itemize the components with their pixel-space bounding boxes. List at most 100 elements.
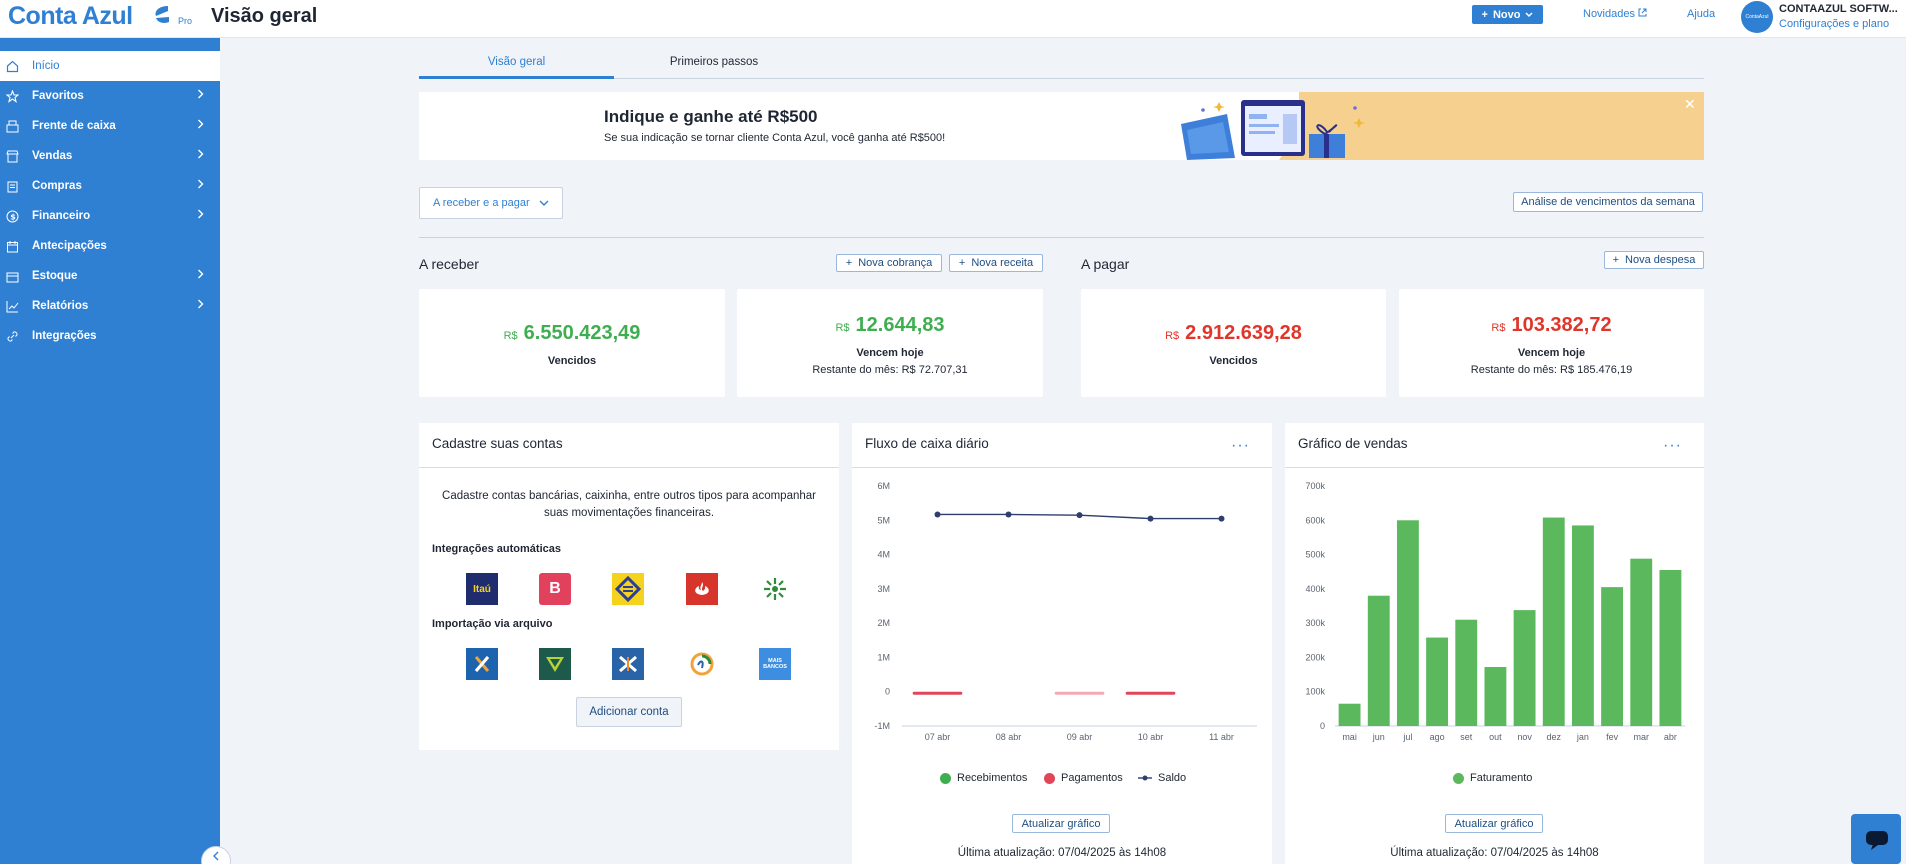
payable-today-card[interactable]: R$ 103.382,72 Vencem hoje Restante do mês…: [1399, 289, 1704, 397]
amount-value: 103.382,72: [1511, 314, 1612, 336]
chevron-right-icon: [198, 119, 204, 129]
referral-banner[interactable]: Indique e ganhe até R$500 Se sua indicaç…: [419, 92, 1704, 160]
store-icon: [5, 149, 19, 163]
y-tick-label: 200k: [1305, 652, 1325, 662]
bank-name: B: [549, 580, 561, 597]
chevron-down-icon: [539, 200, 549, 206]
faturamento-bar: [1659, 570, 1682, 726]
help-link[interactable]: Ajuda: [1687, 8, 1715, 20]
sidebar: Início Favoritos Frente de caixa Vendas …: [0, 38, 220, 864]
svg-text:$: $: [10, 212, 16, 221]
tab-primeiros-passos[interactable]: Primeiros passos: [614, 56, 814, 79]
logo[interactable]: Conta Azul: [8, 2, 133, 31]
receivable-today-card[interactable]: R$ 12.644,83 Vencem hoje Restante do mês:…: [737, 289, 1043, 397]
card-label: Vencidos: [547, 355, 597, 367]
panel-header: Fluxo de caixa diário ···: [852, 423, 1272, 468]
gift-illustration-icon: [1181, 100, 1365, 160]
sidebar-item-estoque[interactable]: Estoque: [0, 261, 220, 291]
legend-item-faturamento: Faturamento: [1453, 772, 1532, 784]
sidebar-item-favoritos[interactable]: Favoritos: [0, 81, 220, 111]
bank-banco-do-brasil[interactable]: [612, 573, 644, 605]
weekly-analysis-button[interactable]: Análise de vencimentos da semana: [1513, 192, 1703, 212]
y-tick-label: 6M: [877, 481, 890, 491]
faturamento-bar: [1601, 587, 1624, 726]
new-income-label: Nova receita: [971, 257, 1034, 269]
x-tick-label: fev: [1606, 732, 1619, 742]
bank-sicoob[interactable]: [539, 648, 571, 680]
receivable-overdue-amount: R$ 6.550.423,49: [419, 322, 725, 345]
card-label: Vencem hoje: [856, 347, 924, 359]
faturamento-bar: [1484, 667, 1507, 726]
panel-title: Gráfico de vendas: [1298, 436, 1408, 451]
x-tick-label: set: [1460, 732, 1473, 742]
month-remaining: Restante do mês: R$ 72.707,31: [812, 364, 968, 376]
sidebar-item-integracoes[interactable]: Integrações: [0, 321, 220, 351]
sales-chart: 700k 600k 500k 400k 300k 200k 100k 0 mai jun jul ag…: [1305, 481, 1685, 742]
settings-and-plan-link[interactable]: Configurações e plano: [1779, 18, 1889, 30]
sidebar-item-compras[interactable]: Compras: [0, 171, 220, 201]
period-dropdown[interactable]: A receber e a pagar: [419, 187, 563, 219]
card-label: Vencidos: [1209, 355, 1258, 367]
update-chart-button[interactable]: Atualizar gráfico: [1445, 814, 1543, 833]
sidebar-item-antecipacoes[interactable]: Antecipações: [0, 231, 220, 261]
add-account-button[interactable]: Adicionar conta: [576, 697, 682, 727]
tab-visao-geral[interactable]: Visão geral: [419, 56, 614, 79]
file-import-heading: Importação via arquivo: [432, 618, 553, 630]
new-charge-button[interactable]: + Nova cobrança: [836, 254, 942, 272]
legend-dot: [1044, 772, 1055, 784]
y-tick-label: 4M: [877, 550, 890, 560]
receivable-overdue-card[interactable]: R$ 6.550.423,49 Vencidos: [419, 289, 725, 397]
card-label: Vencem hoje: [1517, 347, 1586, 359]
currency-symbol: R$: [835, 322, 850, 334]
y-tick-label: 600k: [1305, 515, 1325, 525]
bank-x[interactable]: [466, 648, 498, 680]
chat-button[interactable]: [1851, 814, 1901, 864]
santander-flame-icon: [695, 582, 709, 595]
legend-label: Faturamento: [1470, 772, 1533, 784]
bank-b[interactable]: B: [539, 573, 571, 605]
sidebar-item-label: Relatórios: [32, 300, 89, 312]
payable-title: A pagar: [1081, 256, 1130, 272]
y-tick-label: -1M: [875, 721, 891, 731]
new-button-label: Novo: [1492, 8, 1521, 21]
plus-icon: +: [958, 257, 966, 269]
bank-cresol[interactable]: [686, 648, 718, 680]
bank-itau[interactable]: Itaú: [466, 573, 498, 605]
sidebar-item-inicio[interactable]: Início: [0, 51, 220, 81]
news-link[interactable]: Novidades: [1583, 8, 1647, 20]
new-charge-label: Nova cobrança: [858, 257, 933, 269]
new-button[interactable]: + Novo: [1472, 5, 1543, 24]
accounts-description: Cadastre contas bancárias, caixinha, ent…: [442, 490, 816, 519]
payable-overdue-card[interactable]: R$ 2.912.639,28 Vencidos: [1081, 289, 1386, 397]
chevron-right-icon: [198, 269, 204, 279]
cashflow-panel: Fluxo de caixa diário ··· 6M 5M 4M 3M 2M 1M 0 -…: [852, 423, 1272, 864]
close-icon[interactable]: ✕: [1684, 96, 1696, 113]
new-expense-button[interactable]: + Nova despesa: [1604, 251, 1704, 269]
legend-line-marker: [1138, 775, 1152, 781]
chevron-right-icon: [198, 179, 204, 189]
bank-mais-bancos[interactable]: MAIS BANCOS: [759, 648, 791, 680]
bank-caixa[interactable]: [612, 648, 644, 680]
x-tick-label: 09 abr: [1067, 732, 1093, 742]
sidebar-item-relatorios[interactable]: Relatórios: [0, 291, 220, 321]
external-link-icon: [1638, 8, 1647, 17]
more-icon[interactable]: ···: [1663, 437, 1682, 455]
chevron-right-icon: [198, 299, 204, 309]
sidebar-item-financeiro[interactable]: $ Financeiro: [0, 201, 220, 231]
avatar[interactable]: ContaAzul: [1741, 1, 1773, 33]
bank-santander[interactable]: [686, 573, 718, 605]
x-tick-label: 10 abr: [1138, 732, 1164, 742]
sidebar-item-vendas[interactable]: Vendas: [0, 141, 220, 171]
y-tick-label: 0: [1320, 721, 1325, 731]
page-title: Visão geral: [211, 5, 318, 27]
new-income-button[interactable]: + Nova receita: [949, 254, 1043, 272]
bank-sicredi[interactable]: [759, 573, 791, 605]
more-icon[interactable]: ···: [1231, 437, 1250, 455]
collapse-sidebar-button[interactable]: [201, 846, 231, 864]
sidebar-item-frente-de-caixa[interactable]: Frente de caixa: [0, 111, 220, 141]
cashflow-chart: 6M 5M 4M 3M 2M 1M 0 -1M 07 abr 08 abr 09 abr 10 abr…: [875, 481, 1257, 742]
chevron-right-icon: [198, 209, 204, 219]
update-chart-button[interactable]: Atualizar gráfico: [1012, 814, 1110, 833]
x-tick-label: nov: [1517, 732, 1532, 742]
company-name[interactable]: CONTAAZUL SOFTW...: [1779, 3, 1898, 15]
